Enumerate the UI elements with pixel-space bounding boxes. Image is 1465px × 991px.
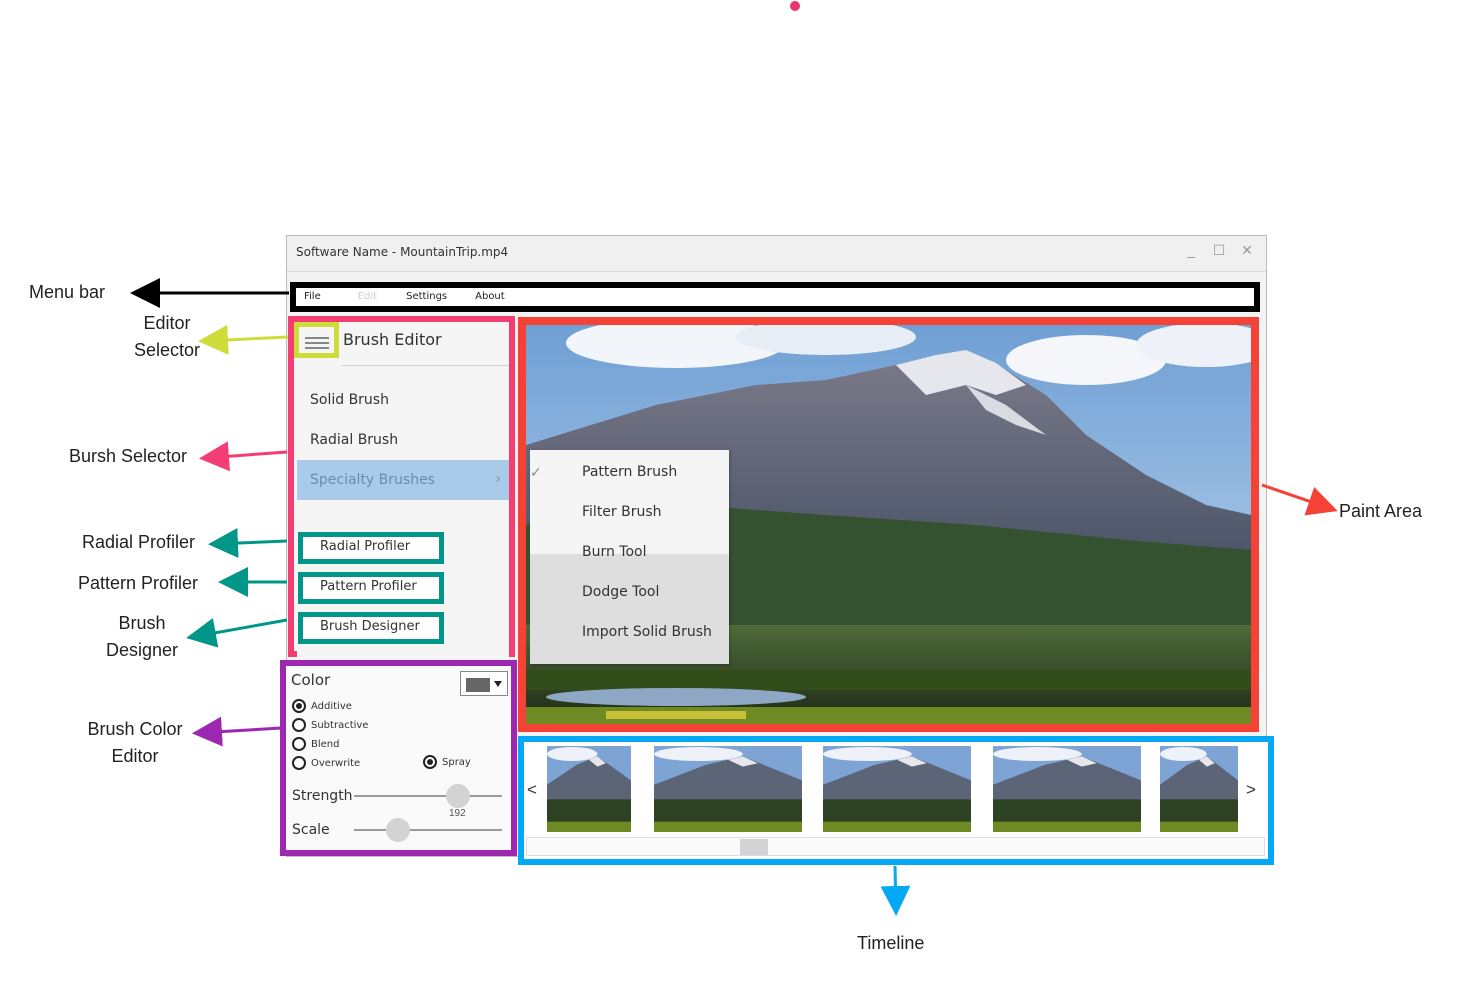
annotation-brush-designer: Brush Designer [96, 610, 188, 664]
arrow-paint-area [1261, 483, 1338, 516]
annotation-brush-color-editor: Brush Color Editor [80, 716, 190, 770]
annotation-arrows [130, 278, 1338, 916]
annotation-radial-profiler: Radial Profiler [82, 532, 196, 552]
annotation-line: Editor [111, 746, 159, 766]
annotation-line: Editor [143, 313, 191, 333]
annotation-pattern-profiler: Pattern Profiler [78, 573, 199, 593]
annotation-brush-selector: Bursh Selector [69, 446, 188, 466]
arrow-brush-color-editor [192, 716, 282, 747]
annotation-line: Brush Color [87, 719, 183, 739]
annotation-paint-area: Paint Area [1339, 501, 1423, 521]
arrow-brush-selector [199, 441, 288, 472]
annotation-timeline: Timeline [857, 933, 925, 953]
arrow-editor-selector [198, 324, 289, 355]
annotation-line: Designer [105, 640, 179, 660]
annotation-editor-selector: Editor Selector [120, 310, 214, 364]
arrow-brush-designer [186, 618, 288, 648]
annotation-line: Selector [133, 340, 201, 360]
arrow-timeline [880, 865, 911, 916]
arrow-radial-profiler [208, 528, 288, 559]
annotation-line: Brush [118, 613, 166, 633]
annotation-menu-bar: Menu bar [29, 282, 106, 302]
